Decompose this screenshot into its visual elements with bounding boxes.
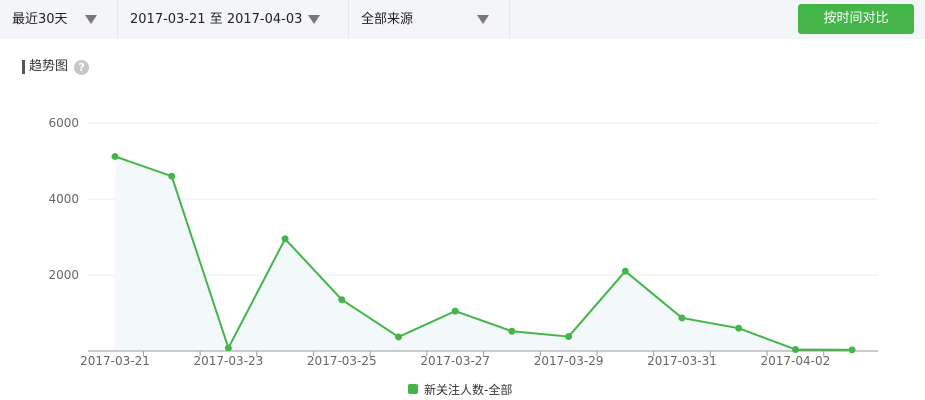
data-point	[111, 152, 119, 160]
legend-series-label: 新关注人数-全部	[424, 382, 513, 397]
data-point	[395, 333, 402, 341]
data-point	[565, 333, 573, 341]
y-tick-label: 6000	[48, 116, 79, 130]
x-tick-label: 2017-03-31	[647, 354, 717, 368]
y-tick-label: 4000	[48, 192, 79, 206]
x-tick-label: 2017-03-23	[194, 354, 264, 368]
x-tick-label: 2017-03-21	[80, 354, 150, 368]
legend-swatch	[408, 384, 418, 394]
data-point	[621, 267, 629, 275]
data-point	[451, 307, 459, 315]
data-point	[848, 346, 856, 354]
x-tick-label: 2017-03-29	[534, 354, 604, 368]
data-point	[735, 324, 743, 332]
data-point	[678, 314, 686, 322]
x-tick-label: 2017-04-02	[761, 354, 831, 368]
data-point	[281, 235, 289, 243]
data-point	[224, 344, 232, 352]
y-tick-label: 2000	[48, 268, 79, 282]
x-tick-label: 2017-03-25	[307, 354, 377, 368]
trend-chart: 2000 4000 6000 2017-03-21 2017-03-23 2017-03-…	[48, 116, 878, 368]
x-tick-label: 2017-03-27	[420, 354, 490, 368]
data-point	[338, 296, 346, 304]
series-line	[114, 155, 853, 351]
chart-legend[interactable]: 新关注人数-全部	[408, 381, 512, 397]
data-point	[791, 345, 799, 353]
data-point	[168, 172, 176, 180]
data-point	[508, 327, 516, 335]
